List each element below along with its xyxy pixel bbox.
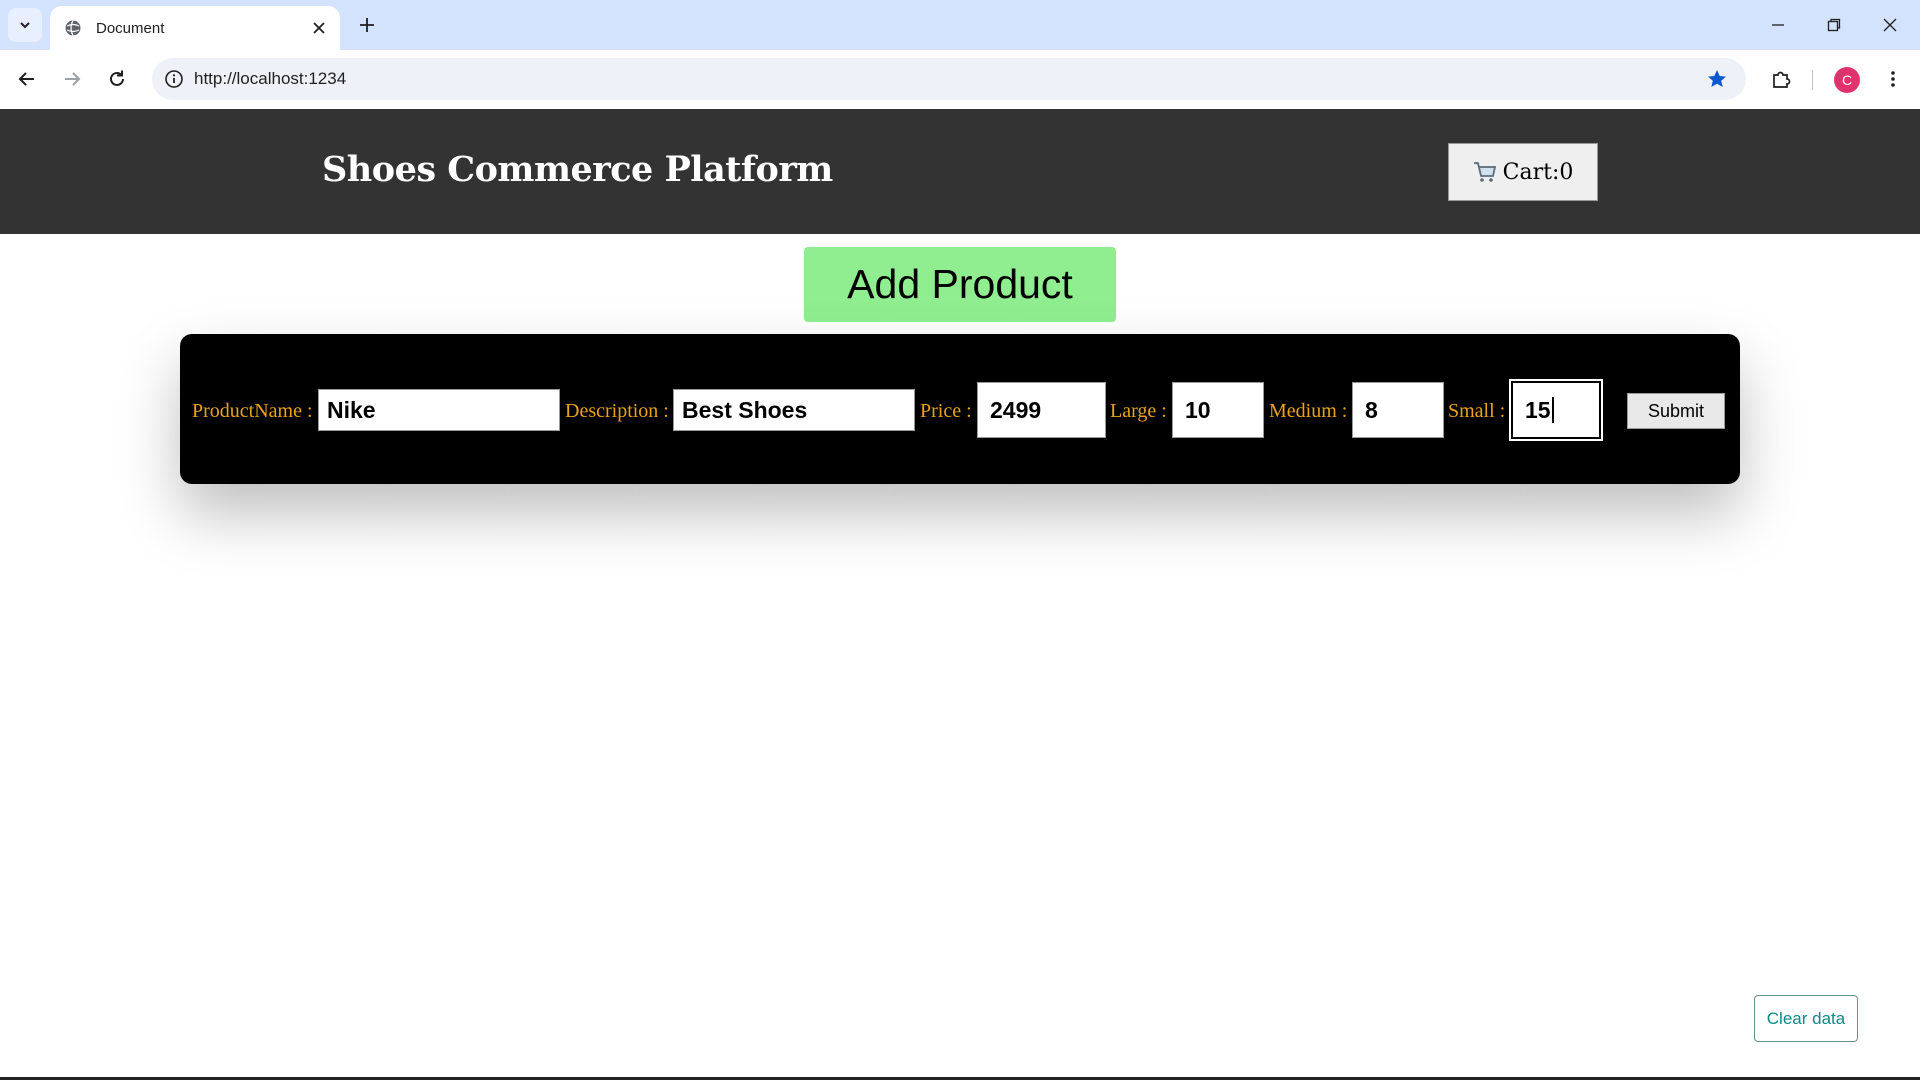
arrow-left-icon (18, 72, 34, 86)
medium-label: Medium : (1269, 400, 1348, 422)
close-icon (1883, 18, 1897, 32)
tab-search-button[interactable] (8, 8, 42, 42)
product-name-label: ProductName : (192, 400, 313, 422)
restore-button[interactable] (1806, 0, 1862, 50)
price-label: Price : (920, 400, 972, 422)
minimize-button[interactable] (1750, 0, 1806, 50)
more-vertical-icon (1891, 71, 1895, 87)
browser-menu-button[interactable] (1875, 61, 1911, 97)
info-icon[interactable] (164, 69, 184, 89)
chevron-down-icon (20, 22, 30, 29)
new-tab-button[interactable] (352, 10, 382, 40)
url-text[interactable]: http://localhost:1234 (194, 69, 346, 89)
tab-title: Document (96, 19, 165, 37)
price-input[interactable]: 2499 (977, 382, 1106, 438)
address-bar[interactable]: http://localhost:1234 (152, 58, 1746, 100)
extensions-button[interactable] (1763, 61, 1799, 97)
description-input[interactable]: Best Shoes (673, 389, 915, 431)
reload-icon (110, 70, 124, 86)
text-caret (1551, 397, 1554, 423)
close-window-button[interactable] (1862, 0, 1918, 50)
toolbar-divider (1812, 70, 1813, 90)
reload-button[interactable] (99, 61, 135, 97)
browser-tab-strip: Document (0, 0, 1920, 50)
medium-input[interactable]: 8 (1352, 382, 1444, 438)
large-input[interactable]: 10 (1172, 382, 1264, 438)
cart-button[interactable]: Cart:0 (1448, 143, 1598, 201)
globe-icon (65, 20, 81, 36)
profile-avatar[interactable]: C (1834, 67, 1860, 93)
bookmark-star-icon[interactable] (1706, 68, 1728, 90)
cart-label: Cart:0 (1502, 159, 1574, 185)
description-label: Description : (565, 400, 669, 422)
arrow-right-icon (65, 72, 81, 86)
product-form: ProductName : Nike Description : Best Sh… (180, 334, 1740, 484)
small-input[interactable]: 15 (1509, 379, 1603, 441)
large-label: Large : (1110, 400, 1167, 422)
back-button[interactable] (9, 61, 45, 97)
puzzle-icon (1773, 71, 1791, 88)
product-name-input[interactable]: Nike (318, 389, 560, 431)
site-title: Shoes Commerce Platform (322, 149, 833, 190)
clear-data-button[interactable]: Clear data (1754, 995, 1858, 1042)
browser-toolbar: http://localhost:1234 C (0, 50, 1920, 108)
site-header: Shoes Commerce Platform Cart:0 (0, 109, 1920, 234)
close-tab-icon[interactable] (312, 21, 326, 35)
small-input-value: 15 (1525, 396, 1551, 423)
browser-tab[interactable]: Document (50, 6, 340, 50)
plus-icon (360, 18, 374, 32)
minimize-icon (1772, 24, 1784, 26)
shopping-cart-icon (1473, 161, 1497, 183)
add-product-button[interactable]: Add Product (804, 247, 1116, 322)
forward-button[interactable] (54, 61, 90, 97)
submit-button[interactable]: Submit (1627, 393, 1725, 429)
restore-icon (1827, 18, 1841, 32)
small-label: Small : (1448, 400, 1506, 422)
